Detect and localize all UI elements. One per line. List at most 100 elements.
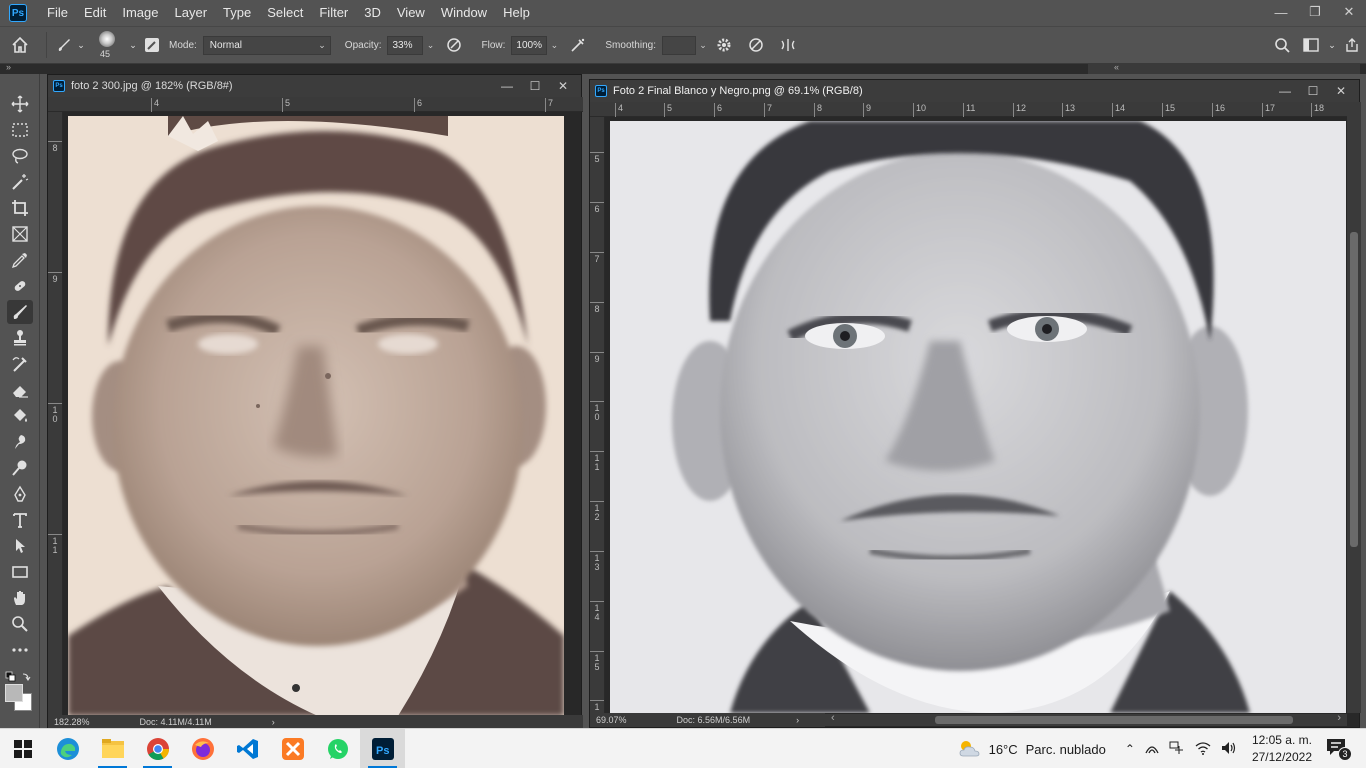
foreground-color-swatch[interactable] (5, 684, 23, 702)
airbrush-icon[interactable] (565, 36, 591, 54)
smudge-tool[interactable] (7, 430, 33, 454)
smoothing-input[interactable] (661, 35, 696, 55)
default-colors-icon[interactable] (5, 670, 35, 682)
mode-select[interactable]: Normal ⌄ (202, 35, 331, 55)
chevron-down-icon[interactable]: ⌄ (1326, 40, 1338, 51)
zoom-level[interactable]: 69.07% (596, 715, 627, 725)
share-icon[interactable] (1338, 37, 1366, 53)
chevron-down-icon[interactable]: ⌄ (696, 36, 710, 55)
notifications-icon[interactable]: 3 (1326, 738, 1352, 761)
scroll-left-arrow[interactable]: ‹ (831, 712, 835, 724)
menu-select[interactable]: Select (259, 0, 311, 26)
menu-image[interactable]: Image (114, 0, 166, 26)
chevron-up-icon[interactable]: ⌃ (1125, 742, 1135, 756)
menu-filter[interactable]: Filter (311, 0, 356, 26)
file-explorer-icon[interactable] (90, 729, 135, 768)
firefox-icon[interactable] (180, 729, 225, 768)
pen-tool[interactable] (7, 482, 33, 506)
document-title-bar[interactable]: Ps Foto 2 Final Blanco y Negro.png @ 69.… (590, 80, 1359, 102)
weather-widget[interactable]: 16°C Parc. nublado (957, 738, 1106, 761)
menu-3d[interactable]: 3D (356, 0, 389, 26)
chrome-icon[interactable] (135, 729, 180, 768)
collapse-panels-icon[interactable]: « (1114, 62, 1119, 72)
xampp-icon[interactable] (270, 729, 315, 768)
eraser-tool[interactable] (7, 378, 33, 402)
home-icon[interactable] (0, 36, 40, 54)
language-icon[interactable] (1169, 741, 1185, 758)
more-tools-icon[interactable] (7, 638, 33, 662)
healing-brush-tool[interactable] (7, 274, 33, 298)
menu-file[interactable]: File (39, 0, 76, 26)
zoom-tool[interactable] (7, 612, 33, 636)
vertical-ruler[interactable]: 8 9 1 0 1 1 (48, 112, 63, 715)
doc-minimize-button[interactable]: — (1271, 80, 1299, 102)
photo-canvas-original[interactable] (68, 116, 564, 716)
wifi-icon[interactable] (1195, 741, 1211, 758)
horizontal-scrollbar[interactable]: ‹ › (825, 712, 1347, 726)
chevron-down-icon[interactable]: ⌄ (75, 40, 87, 51)
volume-icon[interactable] (1221, 741, 1237, 758)
search-icon[interactable] (1268, 37, 1296, 53)
clone-stamp-tool[interactable] (7, 326, 33, 350)
document-window-left[interactable]: Ps foto 2 300.jpg @ 182% (RGB/8#) — ☐ ✕ … (47, 74, 583, 729)
horizontal-ruler[interactable]: 4 5 6 7 8 9 10 11 12 13 14 15 16 17 18 (590, 102, 1347, 117)
whatsapp-icon[interactable] (315, 729, 360, 768)
path-selection-tool[interactable] (7, 534, 33, 558)
restore-button[interactable]: ❐ (1298, 0, 1332, 24)
chevron-down-icon[interactable]: ⌄ (423, 36, 437, 55)
workspace-icon[interactable] (1296, 38, 1326, 52)
rectangle-tool[interactable] (7, 560, 33, 584)
scroll-thumb[interactable] (935, 716, 1293, 724)
doc-minimize-button[interactable]: — (493, 75, 521, 97)
windows-start-icon[interactable] (0, 729, 45, 768)
doc-close-button[interactable]: ✕ (549, 75, 577, 97)
paint-bucket-tool[interactable] (7, 404, 33, 428)
menu-type[interactable]: Type (215, 0, 259, 26)
gear-icon[interactable] (710, 37, 738, 53)
pressure-size-icon[interactable] (738, 36, 774, 54)
edge-icon[interactable] (45, 729, 90, 768)
crop-tool[interactable] (7, 196, 33, 220)
history-brush-tool[interactable] (7, 352, 33, 376)
menu-edit[interactable]: Edit (76, 0, 114, 26)
photo-canvas-restored[interactable] (610, 121, 1346, 713)
move-tool[interactable] (7, 92, 33, 116)
status-menu-arrow[interactable]: › (272, 717, 275, 727)
symmetry-icon[interactable] (774, 36, 802, 54)
close-button[interactable]: ✕ (1332, 0, 1366, 24)
magic-wand-tool[interactable] (7, 170, 33, 194)
zoom-level[interactable]: 182.28% (54, 717, 90, 727)
document-title-bar[interactable]: Ps foto 2 300.jpg @ 182% (RGB/8#) — ☐ ✕ (48, 75, 581, 97)
frame-tool[interactable] (7, 222, 33, 246)
scroll-right-arrow[interactable]: › (1337, 712, 1341, 724)
brush-settings-icon[interactable] (139, 37, 165, 53)
eyedropper-tool[interactable] (7, 248, 33, 272)
vertical-ruler[interactable]: 5 6 7 8 9 1 0 1 1 1 2 1 3 1 4 1 5 1 (590, 117, 605, 713)
minimize-button[interactable]: — (1264, 0, 1298, 24)
hand-tool[interactable] (7, 586, 33, 610)
scroll-thumb[interactable] (1350, 232, 1358, 547)
menu-layer[interactable]: Layer (167, 0, 216, 26)
vertical-scrollbar[interactable] (1347, 102, 1361, 713)
doc-maximize-button[interactable]: ☐ (1299, 80, 1327, 102)
clock[interactable]: 12:05 a. m. 27/12/2022 (1252, 732, 1312, 766)
menu-help[interactable]: Help (495, 0, 538, 26)
document-window-right[interactable]: Ps Foto 2 Final Blanco y Negro.png @ 69.… (589, 79, 1361, 728)
menu-view[interactable]: View (389, 0, 433, 26)
brush-tool[interactable] (7, 300, 33, 324)
vscode-icon[interactable] (225, 729, 270, 768)
pressure-opacity-icon[interactable] (441, 36, 467, 54)
network-icon[interactable] (1145, 741, 1159, 758)
type-tool[interactable] (7, 508, 33, 532)
flow-input[interactable]: 100% (511, 35, 548, 55)
lasso-tool[interactable] (7, 144, 33, 168)
photoshop-taskbar-icon[interactable]: Ps (360, 728, 405, 768)
doc-close-button[interactable]: ✕ (1327, 80, 1355, 102)
chevron-down-icon[interactable]: ⌄ (547, 36, 561, 55)
horizontal-ruler[interactable]: 4 5 6 7 (48, 97, 583, 112)
status-menu-arrow[interactable]: › (796, 715, 799, 725)
menu-window[interactable]: Window (433, 0, 495, 26)
marquee-tool[interactable] (7, 118, 33, 142)
color-swatches[interactable] (5, 684, 35, 714)
chevron-down-icon[interactable]: ⌄ (127, 40, 139, 51)
